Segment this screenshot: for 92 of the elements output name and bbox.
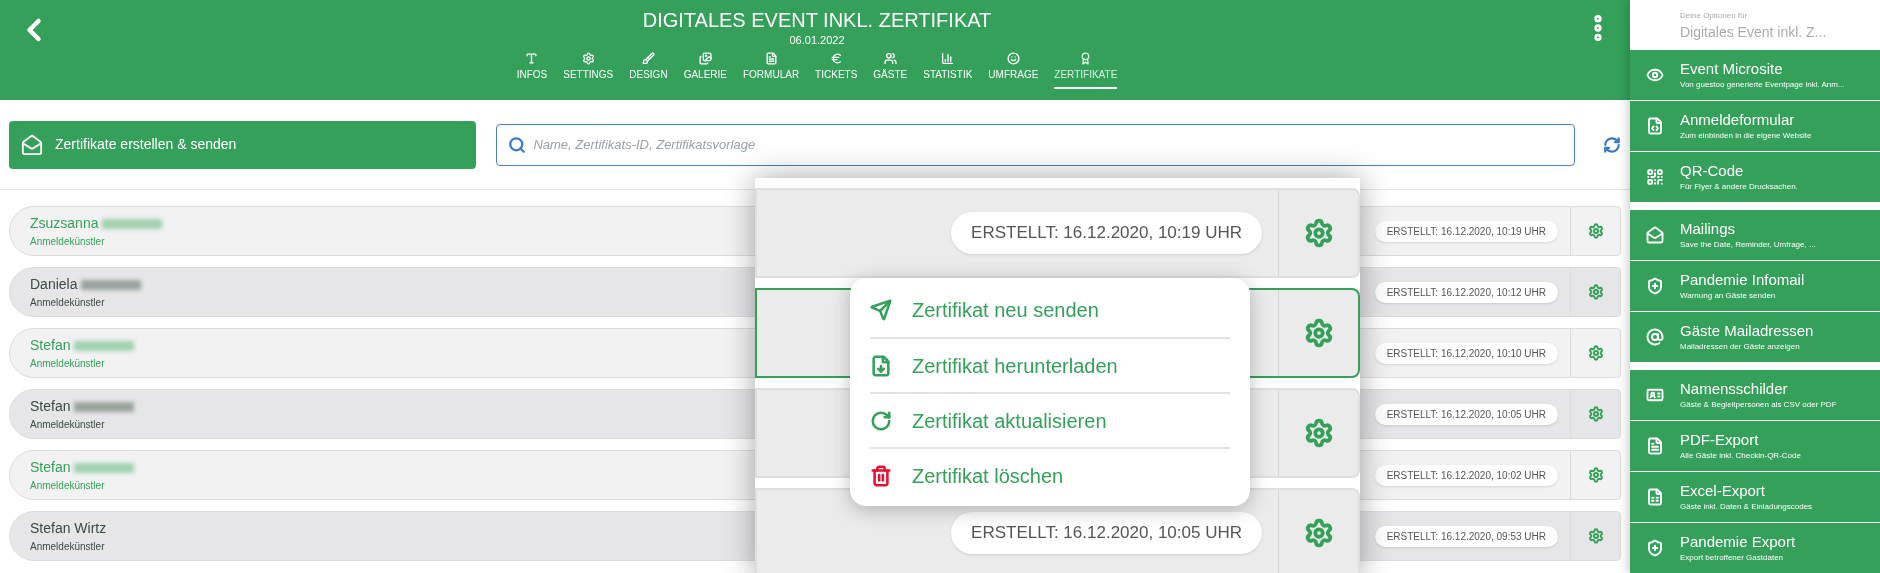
option-item[interactable]: Anmeldeformular Zum einbinden in die eigene Website [1630, 101, 1880, 151]
envelope-icon [21, 133, 43, 156]
created-stamp: ERSTELLT: 16.12.2020, 10:05 UHR [951, 512, 1262, 554]
option-item[interactable]: Excel-Export Gäste inkl. Daten & Einladungscodes [1630, 472, 1880, 522]
created-stamp: ERSTELLT: 16.12.2020, 10:05 UHR [1374, 403, 1558, 425]
role-label: Anmeldekünstler [30, 357, 105, 371]
id-card-icon [1646, 386, 1664, 404]
role-label: Anmeldekünstler [30, 418, 105, 432]
gear-icon[interactable] [1303, 318, 1334, 348]
person-name: Stefan [30, 397, 71, 416]
code-file-icon [1646, 117, 1664, 135]
menu-item[interactable]: Zertifikat herunterladen [870, 337, 1230, 392]
created-stamp: ERSTELLT: 16.12.2020, 10:02 UHR [1374, 464, 1558, 486]
person-name: Stefan [30, 336, 71, 355]
person-name: Stefan Wirtz [30, 519, 107, 538]
created-stamp: ERSTELLT: 16.12.2020, 10:19 UHR [1374, 220, 1558, 242]
refresh-icon[interactable] [1603, 135, 1621, 154]
gear-icon [581, 52, 595, 65]
options-caption: Deine Optionen für [1680, 10, 1749, 22]
letter-icon [525, 52, 539, 65]
pdf-file-icon [1646, 437, 1664, 455]
images-icon [698, 52, 712, 65]
event-date: 06.01.2022 [789, 33, 845, 48]
euro-icon [829, 52, 843, 65]
created-stamp: ERSTELLT: 16.12.2020, 10:10 UHR [1374, 342, 1558, 364]
created-stamp: ERSTELLT: 16.12.2020, 09:53 UHR [1374, 525, 1558, 547]
option-item[interactable]: QR-Code Für Flyer & andere Drucksachen. [1630, 152, 1880, 202]
option-item[interactable]: Pandemie Export Export betroffener Gastdaten [1630, 523, 1880, 573]
gear-icon[interactable] [1303, 418, 1334, 448]
bar-chart-icon [941, 52, 955, 65]
blurred-text [74, 401, 135, 412]
zoomed-row[interactable]: ERSTELLT: 16.12.2020, 10:19 UHR [755, 188, 1360, 278]
gear-icon[interactable] [1587, 345, 1604, 361]
person-name: Daniela [30, 275, 78, 294]
nav-tab[interactable]: ZERTIFIKATE [1054, 52, 1118, 89]
menu-item[interactable]: Zertifikat aktualisieren [870, 392, 1230, 447]
nav-tab[interactable]: INFOS [516, 52, 548, 89]
nav-tab[interactable]: TICKETS [815, 52, 858, 89]
nav-tab[interactable]: GÄSTE [873, 52, 908, 89]
file-download-icon [870, 354, 892, 377]
role-label: Anmeldekünstler [30, 479, 105, 493]
created-stamp: ERSTELLT: 16.12.2020, 10:19 UHR [951, 212, 1262, 254]
spreadsheet-icon [1646, 488, 1664, 506]
gear-icon[interactable] [1303, 518, 1334, 548]
gear-icon[interactable] [1587, 467, 1604, 483]
role-label: Anmeldekünstler [30, 296, 105, 310]
gear-icon[interactable] [1587, 528, 1604, 544]
gear-icon[interactable] [1587, 284, 1604, 300]
blurred-text [74, 462, 135, 473]
nav-tab[interactable]: STATISTIK [923, 52, 973, 89]
gear-icon[interactable] [1587, 406, 1604, 422]
event-title: DIGITALES EVENT INKL. ZERTIFIKAT [642, 8, 992, 32]
option-item[interactable]: Namensschilder Gäste & Begleitpersonen als CSV oder PDF [1630, 370, 1880, 420]
person-name: Zsuzsanna [30, 214, 99, 233]
people-icon [883, 52, 897, 65]
gear-icon[interactable] [1587, 223, 1604, 239]
search-field[interactable]: Name, Zertifikats-ID, Zertifikatsvorlage [496, 123, 1576, 166]
create-send-button[interactable]: Zertifikate erstellen & senden [9, 120, 477, 169]
option-item[interactable]: Event Microsite Von guestoo generierte Eventpage inkl. Anm... [1630, 50, 1880, 100]
blurred-text [74, 340, 135, 351]
form-icon [764, 52, 778, 65]
nav-tab[interactable]: DESIGN [629, 52, 668, 89]
nav-tab[interactable]: GALERIE [683, 52, 727, 89]
qr-code-icon [1646, 168, 1664, 186]
eye-icon [1646, 66, 1664, 84]
shield-icon [1646, 539, 1664, 557]
nav-tab[interactable]: UMFRAGE [988, 52, 1039, 89]
shield-icon [1646, 277, 1664, 295]
menu-item[interactable]: Zertifikat neu senden [870, 282, 1230, 337]
blurred-text [81, 279, 142, 290]
trash-icon [870, 464, 892, 487]
smiley-icon [1006, 52, 1020, 65]
search-icon [508, 135, 527, 154]
option-item[interactable]: PDF-Export Alle Gäste inkl. Checkin-QR-Code [1630, 421, 1880, 471]
option-item[interactable]: Pandemie Infomail Warnung an Gäste senden [1630, 261, 1880, 311]
blurred-text [102, 218, 163, 229]
role-label: Anmeldekünstler [30, 235, 105, 249]
option-item[interactable]: Gäste Mailadressen Mailadressen der Gäste anzeigen [1630, 312, 1880, 362]
role-label: Anmeldekünstler [30, 540, 105, 554]
person-name: Stefan [30, 458, 71, 477]
option-item[interactable]: Mailings Save the Date, Reminder, Umfrage, ... [1630, 210, 1880, 260]
nav-tab[interactable]: SETTINGS [563, 52, 614, 89]
nav-tab[interactable]: FORMULAR [743, 52, 800, 89]
refresh-icon [870, 409, 892, 432]
envelope-icon [1646, 226, 1664, 244]
created-stamp: ERSTELLT: 16.12.2020, 10:12 UHR [1374, 281, 1558, 303]
at-sign-icon [1646, 328, 1664, 346]
gear-icon[interactable] [1303, 218, 1334, 248]
paper-plane-icon [870, 298, 892, 321]
menu-item[interactable]: Zertifikat löschen [870, 447, 1230, 502]
brush-icon [641, 52, 655, 65]
event-name: Digitales Event inkl. Z... [1680, 23, 1828, 42]
